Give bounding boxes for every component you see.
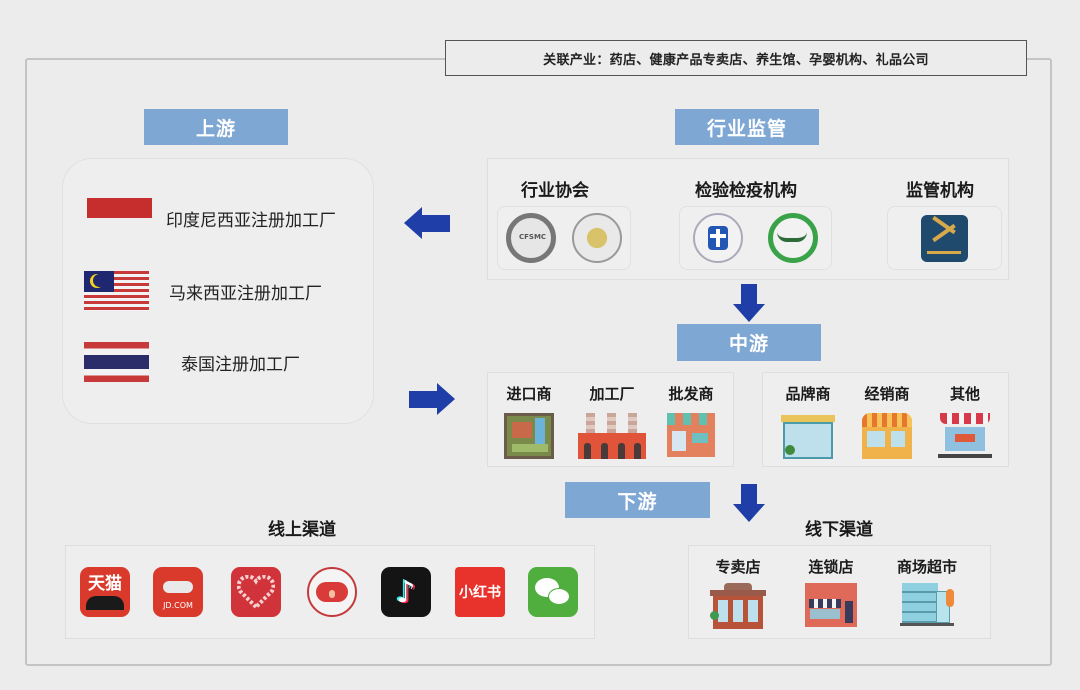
midstream-item-dealer: 经销商 [857,383,917,459]
arrow-right-icon [409,383,455,415]
jd-app-icon[interactable]: JD.COM [153,567,203,617]
regulation-tag: 行业监管 [675,109,819,145]
related-industries-text: 关联产业：药店、健康产品专卖店、养生馆、孕婴机构、礼品公司 [543,52,929,68]
group-title-regulator: 监管机构 [906,181,974,201]
quarantine-green-logo-icon [768,213,819,263]
dealer-shop-icon [862,413,912,459]
midstream-item-label: 加工厂 [589,385,635,403]
midstream-item-label: 其他 [949,385,980,403]
brand-store-icon [781,413,835,459]
association-seal-logo-icon [572,213,622,263]
open-shop-icon [938,413,992,459]
chain-store-icon [805,583,857,627]
upstream-item-indonesia: 印度尼西亚注册加工厂 [87,198,336,238]
cfsmc-association-logo-icon: CFSMC [506,213,556,263]
indonesia-flag-icon [87,198,152,238]
offline-item-specialty-store: 专卖店 [707,556,769,629]
mall-supermarket-icon [900,583,954,629]
midstream-item-importer: 进口商 [500,383,558,459]
offline-item-chain-store: 连锁店 [801,556,861,627]
arrow-left-icon [404,207,450,239]
association-logos-card: CFSMC [497,206,631,270]
malaysia-flag-icon [84,271,149,311]
upstream-item-label: 马来西亚注册加工厂 [169,283,322,304]
midstream-item-label: 进口商 [506,385,552,403]
tmall-app-icon[interactable]: 天猫 [80,567,130,617]
wholesaler-shop-icon [667,413,715,457]
online-channels-title: 线上渠道 [268,520,336,540]
regulator-logo-card [887,206,1002,270]
upstream-item-thailand: 泰国注册加工厂 [84,342,300,382]
inspection-logos-card [679,206,832,270]
douyin-app-icon[interactable]: ♪ [381,567,431,617]
upstream-tag: 上游 [144,109,288,145]
midstream-item-factory: 加工厂 [578,383,646,459]
specialty-store-icon [710,583,766,629]
midstream-item-label: 批发商 [668,385,714,403]
thailand-flag-icon [84,342,149,382]
arrow-down-icon [733,484,765,522]
midstream-item-label: 经销商 [864,385,910,403]
upstream-item-malaysia: 马来西亚注册加工厂 [84,271,322,311]
offline-item-label: 连锁店 [808,558,854,576]
related-industries-box: 关联产业：药店、健康产品专卖店、养生馆、孕婴机构、礼品公司 [445,40,1027,76]
wechat-app-icon[interactable] [528,567,578,617]
midstream-item-label: 品牌商 [785,385,831,403]
xiaohongshu-app-icon[interactable]: 小红书 [455,567,505,617]
offline-item-label: 商场超市 [896,558,957,576]
downstream-tag: 下游 [565,482,710,518]
group-title-inspection-quarantine: 检验检疫机构 [695,181,797,201]
offline-item-mall-supermarket: 商场超市 [894,556,960,629]
midstream-item-wholesaler: 批发商 [664,383,718,457]
kaola-app-icon[interactable] [307,567,357,617]
upstream-item-label: 印度尼西亚注册加工厂 [166,210,336,231]
upstream-item-label: 泰国注册加工厂 [181,354,300,375]
offline-item-label: 专卖店 [715,558,761,576]
arrow-down-icon [733,284,765,322]
offline-channels-title: 线下渠道 [805,520,873,540]
importer-icon [504,413,554,459]
midstream-item-brand: 品牌商 [778,383,838,459]
group-title-industry-association: 行业协会 [521,181,589,201]
factory-icon [578,413,646,459]
midstream-tag: 中游 [677,324,821,361]
pinduoduo-app-icon[interactable] [231,567,281,617]
inspection-cross-logo-icon [692,213,743,263]
midstream-item-other: 其他 [935,383,995,459]
china-customs-logo-icon [921,214,968,262]
